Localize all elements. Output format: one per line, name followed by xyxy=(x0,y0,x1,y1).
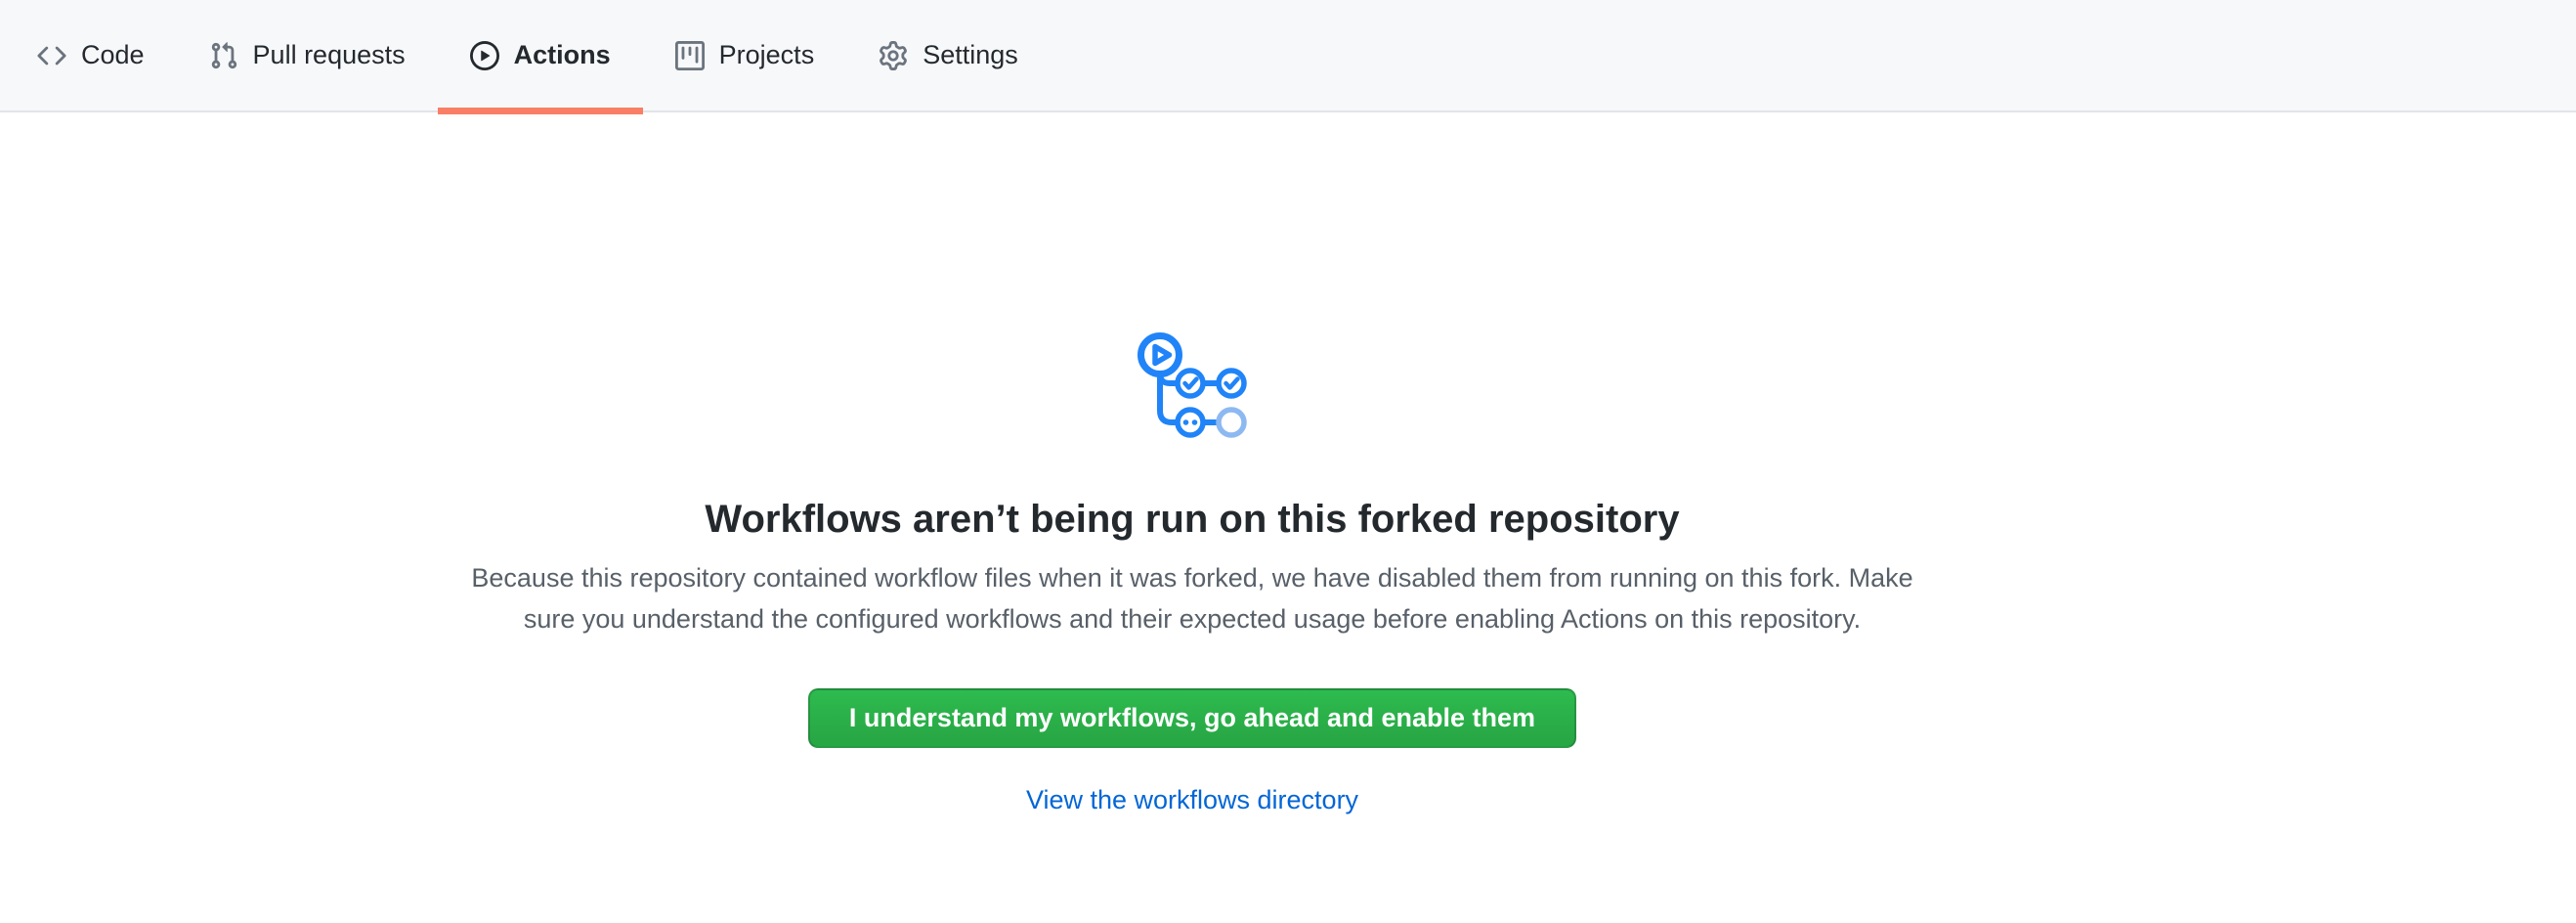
tab-label: Settings xyxy=(923,40,1018,70)
tab-settings[interactable]: Settings xyxy=(846,0,1051,110)
workflow-graph-icon xyxy=(1137,332,1248,438)
tab-actions[interactable]: Actions xyxy=(438,0,643,110)
tab-code[interactable]: Code xyxy=(5,0,177,110)
page-title: Workflows aren’t being run on this forke… xyxy=(0,495,2384,544)
enable-workflows-button[interactable]: I understand my workflows, go ahead and … xyxy=(808,688,1576,748)
tab-projects[interactable]: Projects xyxy=(643,0,847,110)
tab-label: Pull requests xyxy=(253,40,406,70)
play-circle-icon xyxy=(470,41,499,70)
description-line-1: Because this repository contained workfl… xyxy=(0,557,2384,598)
tab-pull-requests[interactable]: Pull requests xyxy=(177,0,438,110)
gear-icon xyxy=(879,41,908,70)
active-tab-indicator xyxy=(438,108,643,114)
blankslate-description: Because this repository contained workfl… xyxy=(0,557,2384,639)
project-icon xyxy=(675,41,705,70)
pull-request-icon xyxy=(209,41,238,70)
workflows-directory-link[interactable]: View the workflows directory xyxy=(1026,785,1358,814)
button-row: I understand my workflows, go ahead and … xyxy=(0,639,2384,748)
repo-nav: Code Pull requests Actions Projects Sett… xyxy=(0,0,2576,112)
actions-blankslate: Workflows aren’t being run on this forke… xyxy=(0,112,2384,815)
description-line-2: sure you understand the configured workf… xyxy=(0,598,2384,639)
code-icon xyxy=(37,41,66,70)
link-row: View the workflows directory xyxy=(0,785,2384,815)
tab-label: Code xyxy=(81,40,145,70)
tab-label: Projects xyxy=(719,40,815,70)
tab-label: Actions xyxy=(514,40,611,70)
